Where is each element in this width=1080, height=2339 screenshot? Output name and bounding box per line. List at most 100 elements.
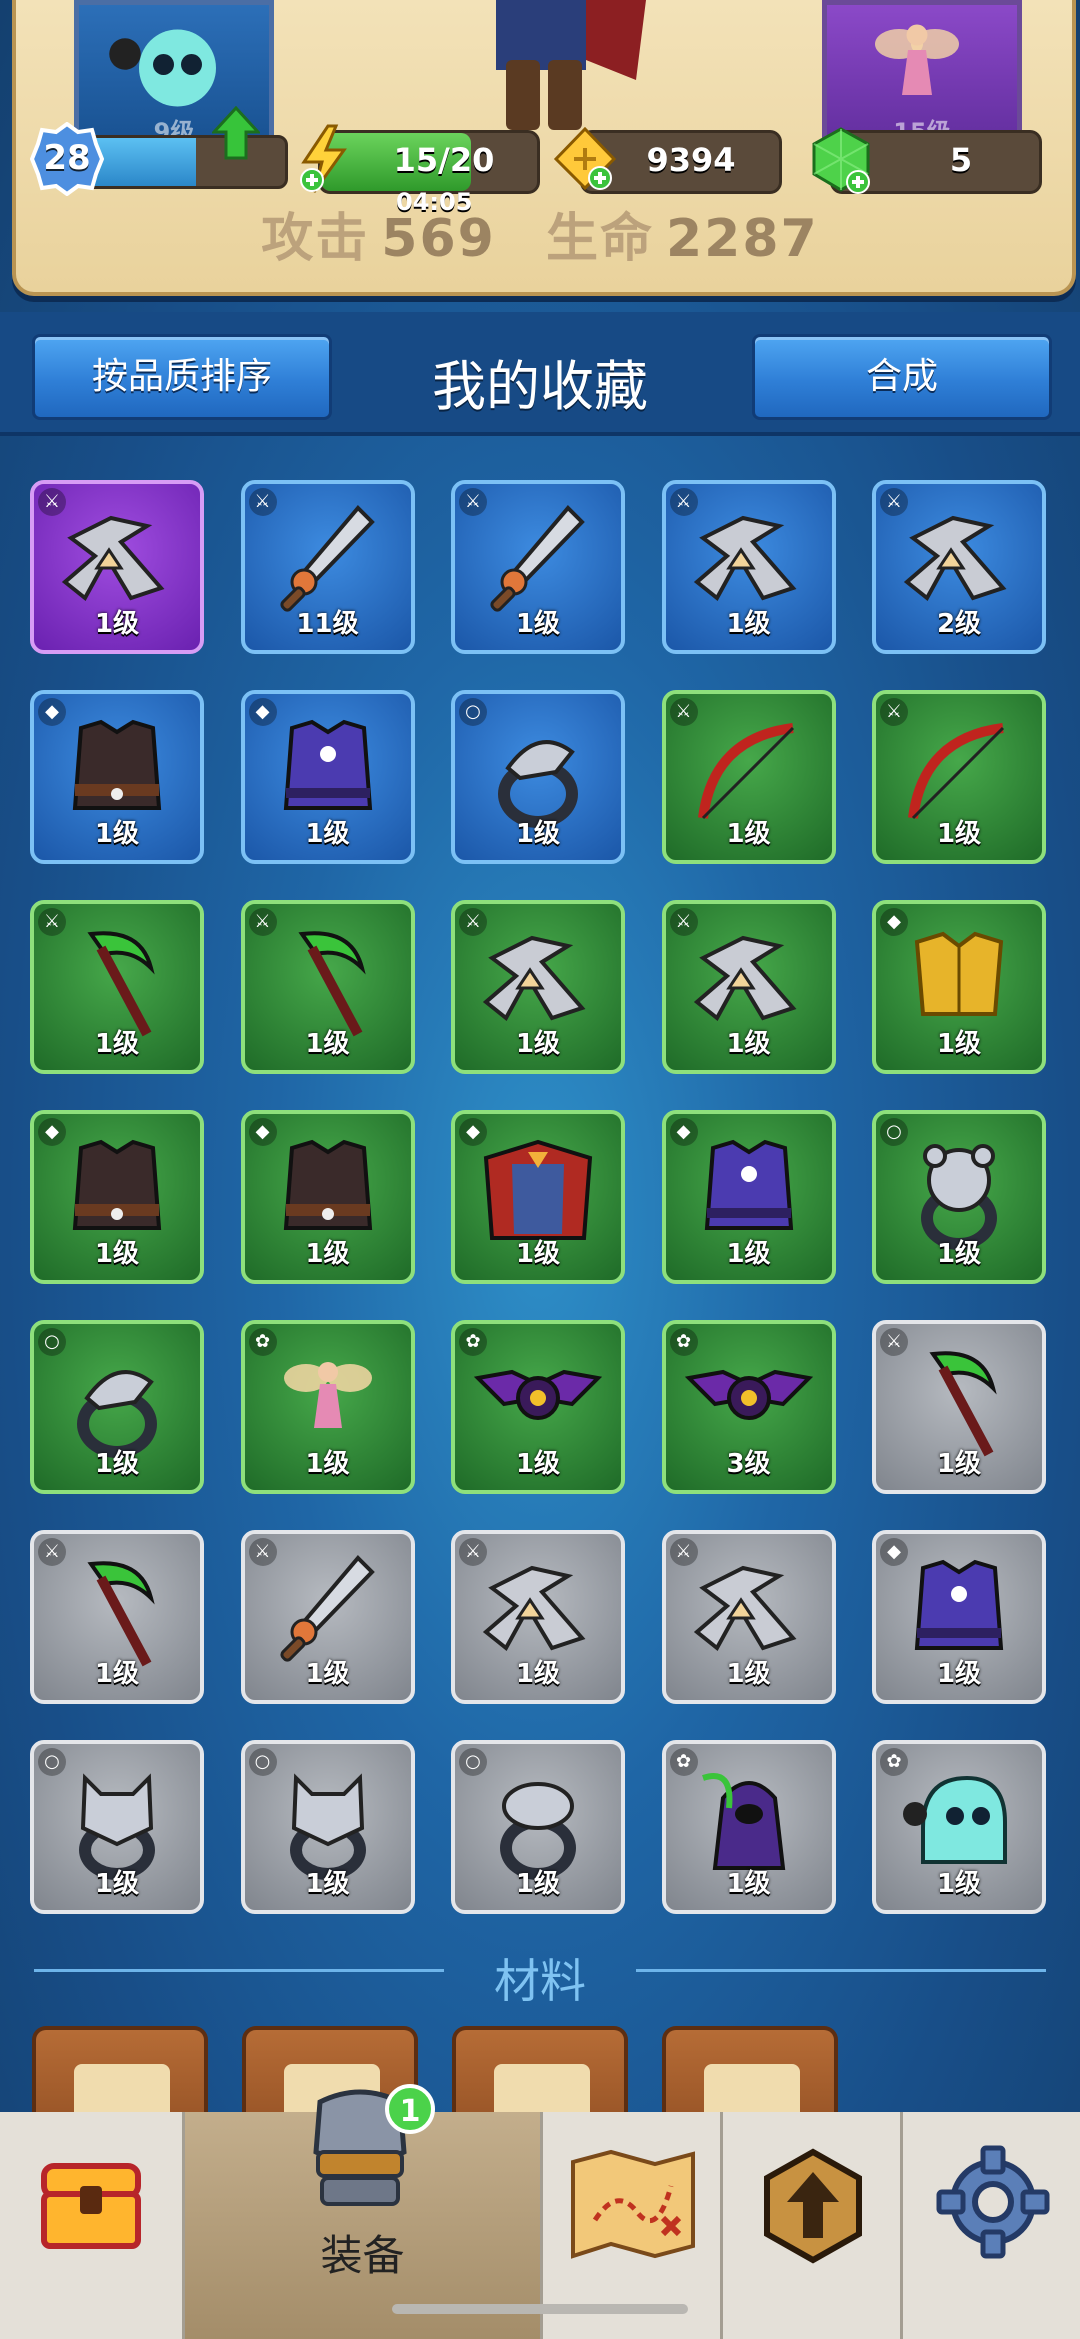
collection-item-tile[interactable]: ◆ 1级 [872, 1530, 1046, 1704]
item-level: 1级 [515, 1029, 561, 1059]
collection-item-tile[interactable]: ◆ 1级 [30, 690, 204, 864]
collection-item-tile[interactable]: ⚔ 1级 [30, 900, 204, 1074]
collection-item-tile[interactable]: ⚔ 1级 [240, 1530, 415, 1704]
item-level: 1级 [726, 1869, 771, 1899]
collection-item-tile[interactable]: ✿ 1级 [240, 1320, 415, 1494]
player-level-badge[interactable]: 28 [30, 122, 104, 196]
collection-item-tile[interactable]: ⚔ 1级 [872, 1320, 1046, 1494]
collection-item-tile[interactable]: ◆ 1级 [872, 900, 1046, 1074]
item-level: 1级 [305, 1029, 350, 1059]
nav-tab-settings[interactable] [900, 2112, 1080, 2339]
collection-item-tile[interactable]: ○ 1级 [451, 1740, 625, 1914]
item-level: 1级 [726, 609, 771, 639]
item-level: 1级 [936, 1869, 982, 1899]
item-level: 1级 [94, 819, 140, 849]
chest-icon [41, 2163, 141, 2249]
item-level: 1级 [94, 609, 140, 639]
item-level: 1级 [94, 1449, 140, 1479]
item-level: 1级 [515, 1869, 561, 1899]
collection-item-tile[interactable]: ⚔ 1级 [30, 480, 204, 654]
collection-item-tile[interactable]: ○ 1级 [30, 1320, 204, 1494]
equipment-notification-badge: 1 [385, 2084, 435, 2134]
settings-gear-icon [936, 2145, 1050, 2259]
nav-tab-shop[interactable] [0, 2112, 182, 2339]
hero-character [496, 0, 646, 130]
gold-value: 9394 [646, 141, 736, 179]
collection-item-tile[interactable]: ⚔ 11级 [240, 480, 415, 654]
item-level: 1级 [515, 819, 561, 849]
item-level: 1级 [305, 1449, 350, 1479]
collection-item-tile[interactable]: ⚔ 1级 [661, 480, 836, 654]
collection-item-tile[interactable]: ◆ 1级 [240, 1110, 415, 1284]
collection-item-tile[interactable]: ○ 1级 [451, 690, 625, 864]
upgrade-icon [764, 2148, 862, 2264]
item-level: 1级 [305, 1869, 350, 1899]
collection-item-tile[interactable]: ⚔ 1级 [451, 1530, 625, 1704]
item-level: 11级 [296, 609, 359, 639]
item-level: 1级 [94, 1239, 140, 1269]
collection-item-tile[interactable]: ⚔ 2级 [872, 480, 1046, 654]
gold-coin-icon [553, 126, 617, 191]
item-level: 1级 [94, 1869, 140, 1899]
nav-tab-upgrade[interactable] [720, 2112, 900, 2339]
collection-item-tile[interactable]: ○ 1级 [240, 1740, 415, 1914]
collection-item-tile[interactable]: ○ 1级 [30, 1740, 204, 1914]
item-level: 1级 [726, 1239, 771, 1269]
collection-item-tile[interactable]: ○ 1级 [872, 1110, 1046, 1284]
collection-item-tile[interactable]: ⚔ 1级 [30, 1530, 204, 1704]
item-level: 1级 [726, 819, 771, 849]
collection-item-tile[interactable]: ◆ 1级 [661, 1110, 836, 1284]
item-level: 2级 [936, 609, 982, 639]
collection-item-tile[interactable]: ⚔ 1级 [661, 900, 836, 1074]
hp-label: 生命 [545, 209, 654, 269]
nav-equipment-label: 装备 [320, 2231, 405, 2280]
collection-item-tile[interactable]: ⚔ 1级 [451, 480, 625, 654]
materials-divider: 材料 [34, 1945, 1046, 2008]
home-indicator[interactable] [392, 2304, 688, 2314]
collection-item-tile[interactable]: ⚔ 1级 [872, 690, 1046, 864]
collection-item-tile[interactable]: ⚔ 1级 [451, 900, 625, 1074]
item-level: 1级 [515, 1449, 561, 1479]
collection-item-tile[interactable]: ◆ 1级 [451, 1110, 625, 1284]
item-level: 1级 [936, 1029, 982, 1059]
item-level: 1级 [94, 1029, 140, 1059]
green-gem-icon [812, 127, 870, 194]
attack-label: 攻击 [261, 209, 370, 269]
hero-stats: 攻击 569 生命 2287 [0, 196, 1080, 271]
hp-value: 2287 [665, 209, 819, 269]
collection-item-tile[interactable]: ✿ 1级 [451, 1320, 625, 1494]
collection-item-tile[interactable]: ⚔ 1级 [661, 1530, 836, 1704]
collection-item-tile[interactable]: ✿ 3级 [661, 1320, 836, 1494]
item-level: 1级 [305, 819, 350, 849]
collection-item-tile[interactable]: ⚔ 1级 [240, 900, 415, 1074]
attack-value: 569 [381, 209, 496, 269]
gem-value: 5 [949, 141, 973, 179]
item-level: 1级 [515, 1659, 561, 1689]
collection-item-tile[interactable]: ◆ 1级 [30, 1110, 204, 1284]
item-level: 3级 [726, 1449, 771, 1479]
fairy-icon [875, 24, 959, 95]
map-icon [571, 2149, 695, 2259]
energy-value: 15/20 [393, 141, 495, 179]
item-level: 1级 [94, 1659, 140, 1689]
item-level: 1级 [726, 1659, 771, 1689]
merge-button[interactable]: 合成 [752, 334, 1052, 420]
level-up-arrow-icon[interactable] [212, 106, 260, 160]
item-level: 1级 [305, 1659, 350, 1689]
collection-item-tile[interactable]: ⚔ 1级 [661, 690, 836, 864]
materials-label: 材料 [494, 1954, 586, 2008]
item-level: 1级 [515, 1239, 561, 1269]
item-level: 1级 [305, 1239, 350, 1269]
player-level: 28 [43, 138, 91, 178]
collection-item-tile[interactable]: ✿ 1级 [872, 1740, 1046, 1914]
collection-item-tile[interactable]: ✿ 1级 [661, 1740, 836, 1914]
item-level: 1级 [936, 1449, 982, 1479]
item-level: 1级 [936, 1239, 982, 1269]
item-level: 1级 [936, 1659, 982, 1689]
item-level: 1级 [726, 1029, 771, 1059]
collection-header: 按品质排序 我的收藏 合成 [0, 312, 1080, 436]
item-level: 1级 [515, 609, 561, 639]
item-level: 1级 [936, 819, 982, 849]
energy-bolt-icon [300, 124, 347, 193]
collection-item-tile[interactable]: ◆ 1级 [240, 690, 415, 864]
